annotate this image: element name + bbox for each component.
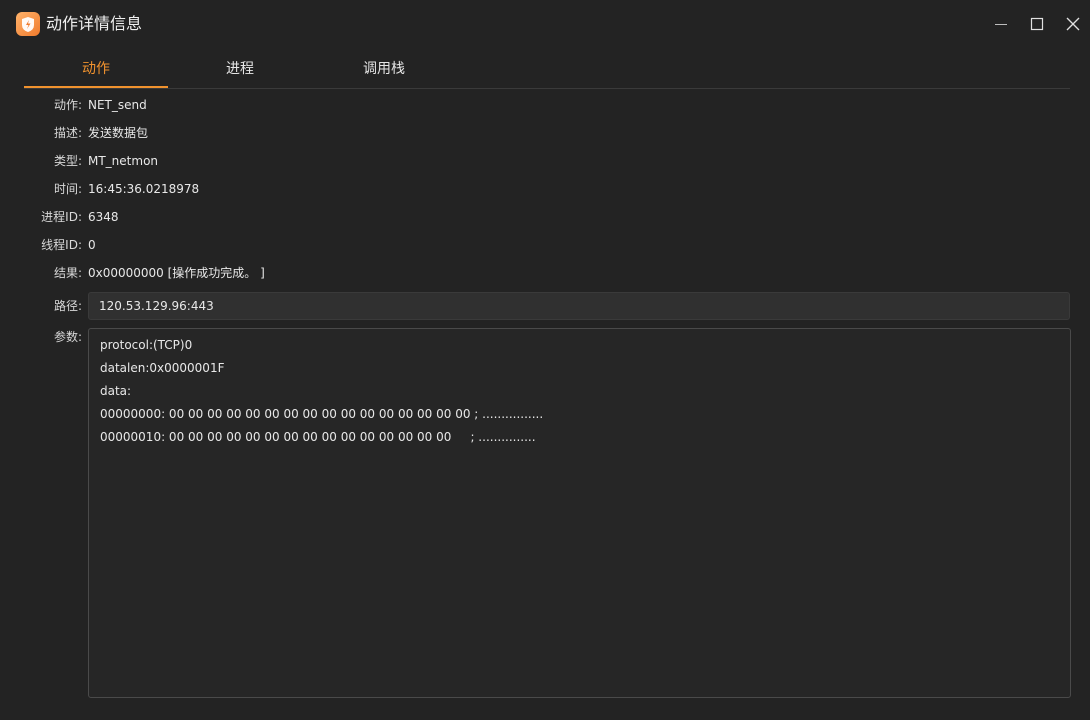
window-title: 动作详情信息 [46, 14, 143, 33]
field-path: 路径: 120.53.129.96:443 [0, 292, 1090, 320]
field-value: 发送数据包 [88, 126, 149, 140]
field-process-id: 进程ID: 6348 [0, 207, 1090, 227]
field-value: 16:45:36.0218978 [88, 182, 200, 196]
action-detail-window: 动作详情信息 动作 进程 调用栈 动作: NET_send 描述: 发送数据包 [0, 0, 1090, 720]
field-params: 参数: protocol:(TCP)0 datalen:0x0000001F d… [0, 328, 1090, 698]
minimize-button[interactable] [989, 12, 1013, 36]
field-label: 进程ID: [41, 210, 82, 224]
field-action: 动作: NET_send [0, 95, 1090, 115]
params-textarea[interactable]: protocol:(TCP)0 datalen:0x0000001F data:… [88, 328, 1071, 698]
field-label: 路径: [53, 299, 82, 313]
field-label: 类型: [53, 154, 82, 168]
field-description: 描述: 发送数据包 [0, 123, 1090, 143]
field-value: 0 [88, 238, 96, 252]
tab-bar: 动作 进程 调用栈 [24, 50, 1070, 89]
field-value: 0x00000000 [操作成功完成。 ] [88, 266, 265, 280]
path-field[interactable]: 120.53.129.96:443 [88, 292, 1070, 320]
field-thread-id: 线程ID: 0 [0, 235, 1090, 255]
minimize-icon [995, 24, 1007, 25]
tab-call-stack[interactable]: 调用栈 [312, 50, 456, 87]
field-label: 线程ID: [41, 238, 82, 252]
maximize-icon [1030, 17, 1044, 31]
params-line: 00000000: 00 00 00 00 00 00 00 00 00 00 … [100, 407, 544, 421]
params-line: 00000010: 00 00 00 00 00 00 00 00 00 00 … [100, 430, 536, 444]
maximize-button[interactable] [1025, 12, 1049, 36]
field-value: NET_send [88, 98, 147, 112]
close-button[interactable] [1061, 12, 1085, 36]
close-icon [1066, 17, 1080, 31]
field-value: MT_netmon [88, 154, 159, 168]
field-label: 参数: [53, 330, 82, 344]
field-label: 动作: [53, 98, 82, 112]
field-value: 6348 [88, 210, 119, 224]
field-result: 结果: 0x00000000 [操作成功完成。 ] [0, 263, 1090, 283]
field-type: 类型: MT_netmon [0, 151, 1090, 171]
params-line: data: [100, 384, 132, 398]
field-time: 时间: 16:45:36.0218978 [0, 179, 1090, 199]
field-label: 时间: [53, 182, 82, 196]
app-logo-icon [16, 12, 40, 36]
field-label: 描述: [53, 126, 82, 140]
tab-process[interactable]: 进程 [168, 50, 312, 87]
field-label: 结果: [53, 266, 82, 280]
params-line: datalen:0x0000001F [100, 361, 225, 375]
tab-action[interactable]: 动作 [24, 50, 168, 88]
params-line: protocol:(TCP)0 [100, 338, 193, 352]
title-bar[interactable]: 动作详情信息 [0, 0, 1090, 48]
